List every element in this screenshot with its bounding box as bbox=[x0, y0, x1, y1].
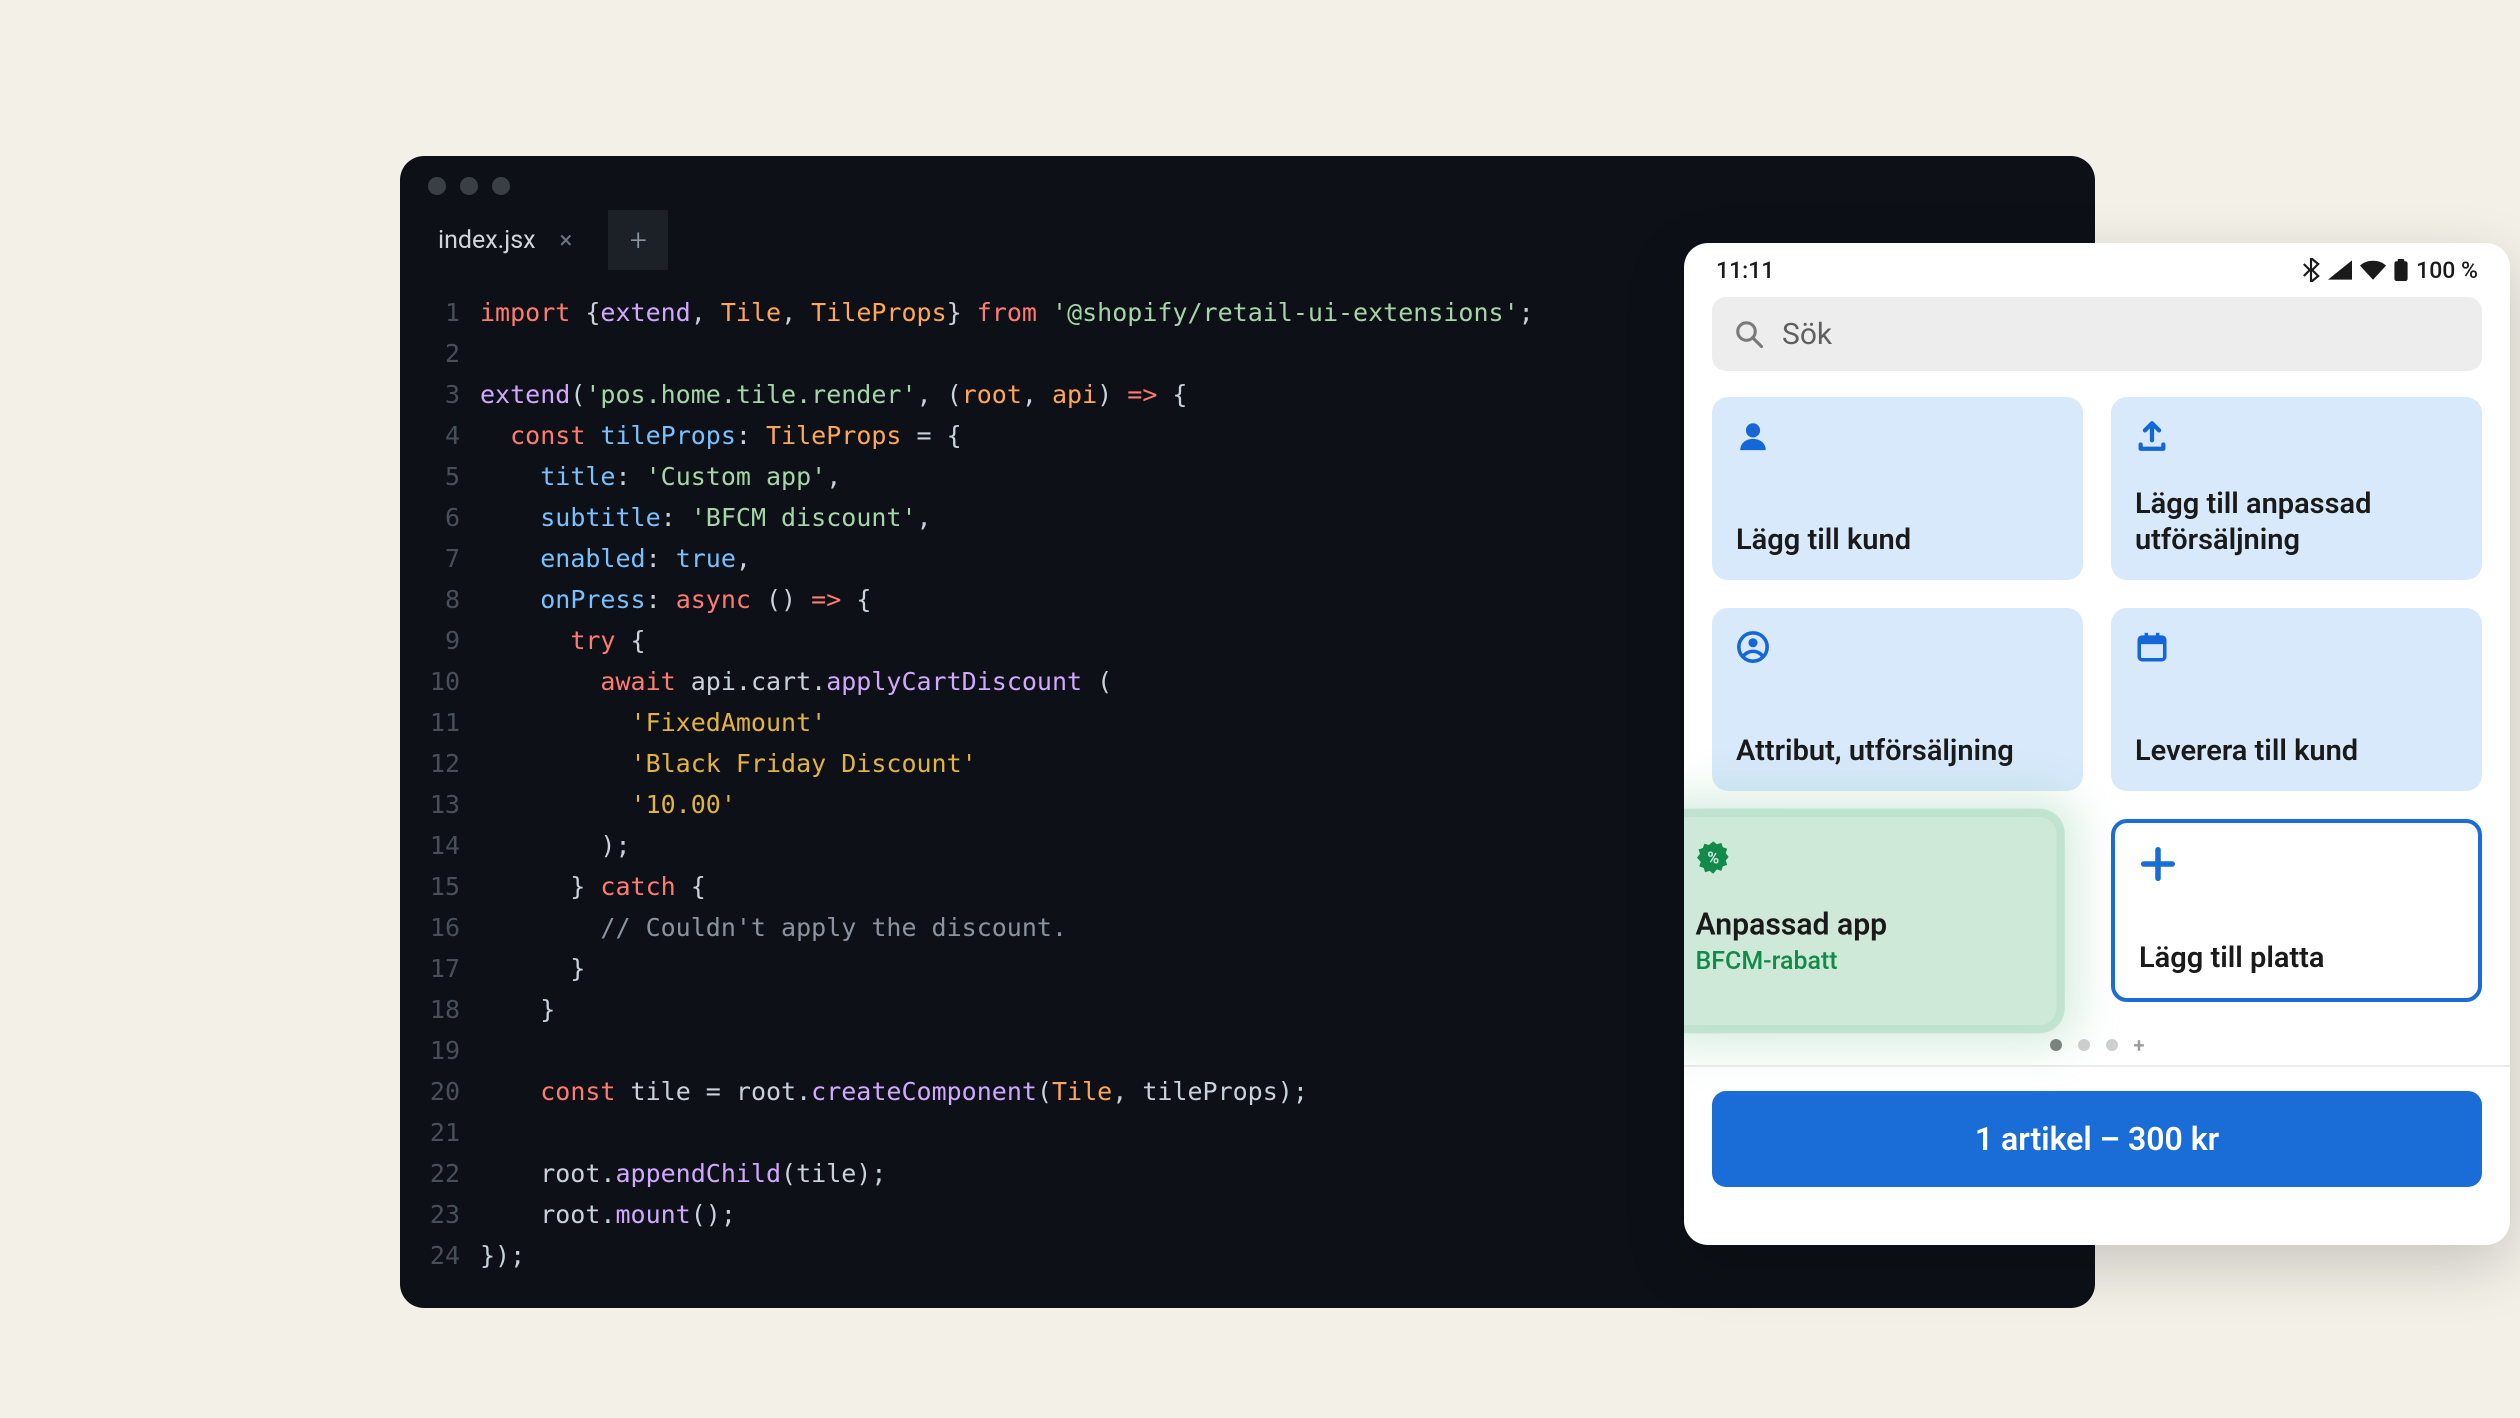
wifi-icon bbox=[2360, 260, 2386, 280]
checkout-button[interactable]: 1 artikel – 300 kr bbox=[1712, 1091, 2482, 1187]
tile-deliver-to-customer[interactable]: Leverera till kund bbox=[2111, 608, 2482, 791]
tile-subtitle: BFCM-rabatt bbox=[1696, 946, 2032, 975]
search-placeholder: Sök bbox=[1782, 317, 1832, 352]
tile-label: Lägg till kund bbox=[1736, 522, 2059, 558]
battery-percentage: 100 % bbox=[2416, 257, 2478, 284]
user-circle-icon bbox=[1736, 630, 1770, 664]
tile-custom-app[interactable]: % Anpassad app BFCM-rabatt bbox=[1684, 817, 2056, 1025]
tile-label: Attribut, utförsäljning bbox=[1736, 733, 2059, 769]
pager-dot[interactable] bbox=[2106, 1039, 2118, 1051]
discount-badge-icon: % bbox=[1696, 840, 1731, 875]
tile-label: Leverera till kund bbox=[2135, 733, 2458, 769]
pos-device-frame: 11:11 100 % Sök Lägg till kund bbox=[1684, 243, 2510, 1245]
line-number-gutter: 123456789101112131415161718192021222324 bbox=[400, 292, 480, 1276]
person-icon bbox=[1736, 419, 1770, 453]
traffic-light-minimize-icon[interactable] bbox=[460, 177, 478, 195]
pager-dot[interactable] bbox=[2078, 1039, 2090, 1051]
plus-icon: + bbox=[630, 223, 647, 258]
new-tab-button[interactable]: + bbox=[608, 210, 668, 270]
pager-add-page-icon[interactable]: + bbox=[2134, 1039, 2145, 1051]
close-tab-icon[interactable]: × bbox=[560, 226, 573, 254]
window-titlebar bbox=[400, 156, 2095, 192]
tile-label: Lägg till anpassad utförsäljning bbox=[2135, 486, 2458, 559]
tile-attribute-sale[interactable]: Attribut, utförsäljning bbox=[1712, 608, 2083, 791]
tile-grid: Lägg till kund Lägg till anpassad utförs… bbox=[1684, 397, 2510, 1019]
status-time: 11:11 bbox=[1716, 257, 1774, 284]
tile-add-custom-sale[interactable]: Lägg till anpassad utförsäljning bbox=[2111, 397, 2482, 580]
pager-dot-active[interactable] bbox=[2050, 1039, 2062, 1051]
tile-label: Lägg till platta bbox=[2139, 940, 2454, 976]
battery-icon bbox=[2394, 259, 2408, 281]
traffic-light-zoom-icon[interactable] bbox=[492, 177, 510, 195]
editor-tab-label: index.jsx bbox=[438, 226, 536, 255]
tile-add-customer[interactable]: Lägg till kund bbox=[1712, 397, 2083, 580]
search-icon bbox=[1734, 319, 1764, 349]
editor-tab-index-jsx[interactable]: index.jsx × bbox=[410, 210, 600, 270]
svg-text:%: % bbox=[1707, 848, 1719, 867]
bluetooth-icon bbox=[2302, 258, 2320, 282]
search-input[interactable]: Sök bbox=[1712, 297, 2482, 371]
page-indicator: + bbox=[1684, 1039, 2510, 1051]
upload-icon bbox=[2135, 419, 2169, 453]
checkout-label: 1 artikel – 300 kr bbox=[1975, 1120, 2219, 1158]
tile-add-tile[interactable]: Lägg till platta bbox=[2111, 819, 2482, 1002]
status-indicators: 100 % bbox=[2302, 257, 2478, 284]
traffic-light-close-icon[interactable] bbox=[428, 177, 446, 195]
code-content: import {extend, Tile, TileProps} from '@… bbox=[480, 292, 1534, 1276]
cellular-signal-icon bbox=[2328, 260, 2352, 280]
tile-label: Anpassad app bbox=[1696, 906, 2032, 944]
calendar-icon bbox=[2135, 630, 2169, 664]
status-bar: 11:11 100 % bbox=[1684, 243, 2510, 297]
checkout-bar: 1 artikel – 300 kr bbox=[1684, 1065, 2510, 1215]
plus-icon bbox=[2139, 845, 2177, 883]
